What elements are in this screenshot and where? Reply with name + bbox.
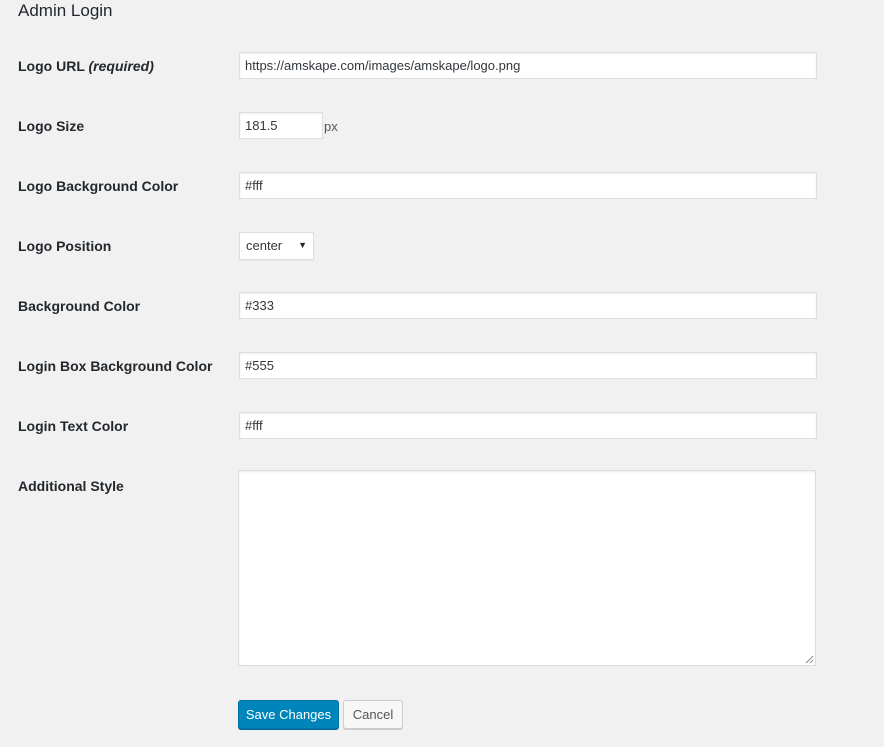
dropdown-arrow-icon: ▼ bbox=[298, 240, 307, 250]
logo-bg-color-label: Logo Background Color bbox=[18, 178, 179, 194]
required-marker: (required) bbox=[88, 58, 154, 74]
login-text-color-input[interactable]: #fff bbox=[239, 412, 817, 439]
bg-color-input[interactable]: #333 bbox=[239, 292, 817, 319]
logo-position-select[interactable]: center ▼ bbox=[239, 232, 314, 260]
logo-position-label: Logo Position bbox=[18, 238, 112, 254]
login-box-bg-color-label: Login Box Background Color bbox=[18, 358, 213, 374]
logo-size-input[interactable]: 181.5 bbox=[239, 112, 323, 139]
login-text-color-label: Login Text Color bbox=[18, 418, 129, 434]
additional-style-label: Additional Style bbox=[18, 478, 124, 494]
admin-login-settings-page: Admin Login Logo URL (required) https://… bbox=[0, 0, 884, 747]
section-title: Admin Login bbox=[18, 1, 113, 20]
logo-size-unit: px bbox=[324, 119, 338, 134]
save-changes-button[interactable]: Save Changes bbox=[238, 700, 339, 729]
logo-url-label: Logo URL bbox=[18, 58, 85, 74]
logo-bg-color-input[interactable]: #fff bbox=[239, 172, 817, 199]
logo-position-selected-value: center bbox=[246, 238, 283, 253]
cancel-button[interactable]: Cancel bbox=[343, 700, 403, 729]
login-box-bg-color-input[interactable]: #555 bbox=[239, 352, 817, 379]
resize-handle-icon[interactable] bbox=[805, 655, 814, 664]
logo-size-label: Logo Size bbox=[18, 118, 85, 134]
logo-url-input[interactable]: https://amskape.com/images/amskape/logo.… bbox=[239, 52, 817, 79]
additional-style-textarea[interactable] bbox=[238, 470, 816, 666]
logo-url-label-group: Logo URL (required) bbox=[18, 57, 154, 75]
bg-color-label: Background Color bbox=[18, 298, 141, 314]
